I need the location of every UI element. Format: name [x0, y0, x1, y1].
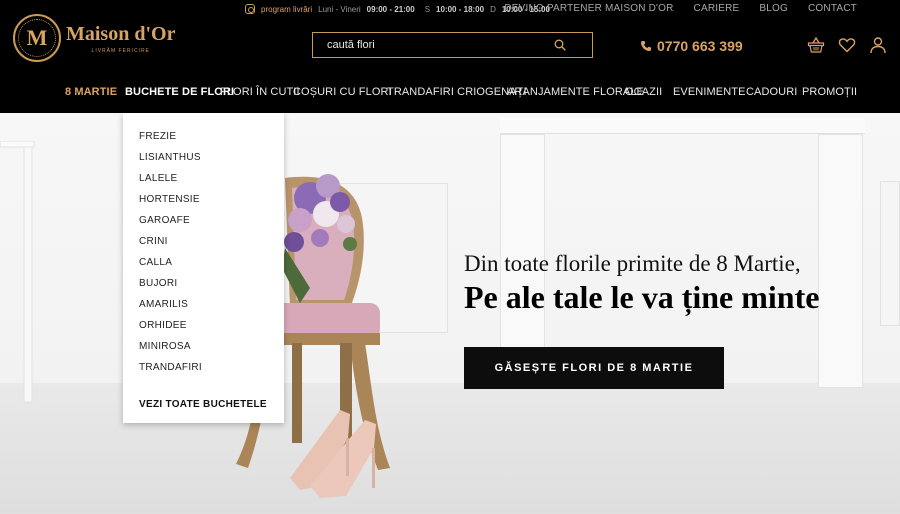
top-links: DEVINO PARTENER MAISON D'OR CARIERE BLOG…	[504, 3, 857, 14]
logo-medallion: M	[13, 14, 61, 62]
heart-icon[interactable]	[838, 36, 856, 54]
dropdown-item-frezie[interactable]: FREZIE	[139, 130, 284, 151]
search-icon[interactable]	[554, 39, 566, 51]
nav-item-cadouri[interactable]: CADOURI	[746, 86, 797, 98]
saturday-prefix: S	[424, 4, 431, 14]
weekdays-label: Luni - Vineri	[318, 4, 361, 14]
nav-item-cosuri-cu-flori[interactable]: COȘURI CU FLORI	[293, 86, 392, 98]
sunday-prefix: D	[490, 4, 496, 14]
dropdown-item-trandafiri[interactable]: TRANDAFIRI	[139, 361, 284, 382]
clock-icon	[245, 4, 255, 14]
nav-item-8-martie[interactable]: 8 MARTIE	[65, 86, 117, 98]
basket-icon[interactable]	[807, 36, 825, 54]
contact-link[interactable]: CONTACT	[808, 3, 857, 14]
dropdown-item-calla[interactable]: CALLA	[139, 256, 284, 277]
dropdown-list: FREZIE LISIANTHUS LALELE HORTENSIE GAROA…	[123, 113, 284, 382]
dropdown-item-bujori[interactable]: BUJORI	[139, 277, 284, 298]
dropdown-item-garoafe[interactable]: GAROAFE	[139, 214, 284, 235]
dropdown-item-hortensie[interactable]: HORTENSIE	[139, 193, 284, 214]
header-icons	[807, 36, 887, 54]
dropdown-item-amarilis[interactable]: AMARILIS	[139, 298, 284, 319]
stand-image	[0, 141, 35, 403]
nav-item-ocazii[interactable]: OCAZII	[625, 86, 662, 98]
dropdown-item-lalele[interactable]: LALELE	[139, 172, 284, 193]
logo-text: Maison d'Or LIVRĂM FERICIRE	[66, 23, 175, 54]
logo-name: Maison d'Or	[66, 22, 176, 45]
main-navigation: 8 MARTIE BUCHETE DE FLORI FLORI ÎN CUTII…	[0, 86, 900, 100]
schedule-label[interactable]: program livrări	[261, 5, 312, 14]
hero-line-2: Pe ale tale le va ține minte	[464, 279, 820, 315]
nav-item-trandafiri-criogenati[interactable]: TRANDAFIRI CRIOGENAȚI	[387, 86, 527, 98]
phone-number[interactable]: 0770 663 399	[640, 38, 743, 54]
dropdown-item-orhidee[interactable]: ORHIDEE	[139, 319, 284, 340]
nav-item-buchete-de-flori[interactable]: BUCHETE DE FLORI	[125, 86, 234, 98]
user-icon[interactable]	[869, 36, 887, 54]
search-box	[312, 32, 593, 58]
phone-icon	[641, 41, 651, 51]
partner-link[interactable]: DEVINO PARTENER MAISON D'OR	[504, 3, 673, 14]
logo-monogram: M	[26, 25, 48, 50]
hero-headline: Din toate florile primite de 8 Martie, P…	[464, 251, 884, 316]
careers-link[interactable]: CARIERE	[694, 3, 740, 14]
logo-tagline: LIVRĂM FERICIRE	[91, 47, 150, 54]
bouquets-dropdown-menu: FREZIE LISIANTHUS LALELE HORTENSIE GAROA…	[123, 113, 284, 423]
weekdays-hours: 09:00 - 21:00	[366, 4, 415, 14]
view-all-bouquets-link[interactable]: VEZI TOATE BUCHETELE	[139, 399, 267, 410]
find-flowers-button[interactable]: GĂSEȘTE FLORI DE 8 MARTIE	[464, 347, 724, 389]
search-input[interactable]	[313, 33, 553, 57]
site-header: program livrări Luni - Vineri 09:00 - 21…	[0, 0, 900, 113]
dropdown-item-lisianthus[interactable]: LISIANTHUS	[139, 151, 284, 172]
blog-link[interactable]: BLOG	[759, 3, 788, 14]
dropdown-item-crini[interactable]: CRINI	[139, 235, 284, 256]
dropdown-item-minirosa[interactable]: MINIROSA	[139, 340, 284, 361]
saturday-hours: 10:00 - 18:00	[436, 4, 485, 14]
hero-line-1: Din toate florile primite de 8 Martie,	[464, 251, 801, 276]
phone-text: 0770 663 399	[657, 38, 743, 54]
nav-item-promotii[interactable]: PROMOȚII	[802, 86, 857, 98]
site-logo[interactable]: M Maison d'Or LIVRĂM FERICIRE	[13, 13, 193, 63]
nav-item-flori-in-cutii[interactable]: FLORI ÎN CUTII	[220, 86, 300, 98]
nav-item-aranjamente-florale[interactable]: ARANJAMENTE FLORALE	[507, 86, 644, 98]
nav-item-evenimente[interactable]: EVENIMENTE	[673, 86, 746, 98]
